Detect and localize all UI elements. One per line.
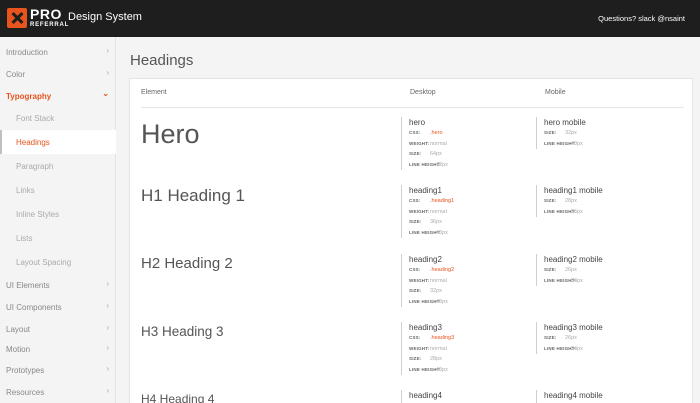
- chevron-right-icon: ›: [106, 364, 109, 373]
- chevron-right-icon: ›: [106, 323, 109, 332]
- chevron-right-icon: ›: [106, 279, 109, 288]
- desktop-spec-heading4: heading4: [401, 390, 442, 403]
- sidebar-item-typography[interactable]: Typography ⌄: [0, 85, 116, 107]
- app-title: Design System: [68, 11, 142, 23]
- spec-weight: WEIGHT:normal: [409, 208, 447, 215]
- spec-name: heading2: [409, 255, 442, 264]
- hero-sample: Hero: [141, 119, 200, 149]
- chevron-down-icon: ⌄: [102, 89, 109, 98]
- spec-name: heading3 mobile: [544, 323, 603, 332]
- page-title: Headings: [130, 52, 194, 69]
- sidebar-item-ui-elements[interactable]: UI Elements ›: [0, 274, 116, 296]
- spec-line-height: LINE HEIGHT:34px: [544, 277, 583, 284]
- h1-sample: H1 Heading 1: [141, 186, 245, 205]
- desktop-spec-heading3: heading3 CSS: .heading3 WEIGHT:normal SIZ…: [401, 322, 454, 375]
- headings-table: Element Desktop Mobile Hero hero CSS: .he…: [129, 78, 693, 403]
- sidebar-item-label: Typography: [6, 91, 52, 101]
- pro-referral-logo[interactable]: PRO REFERRAL: [7, 5, 69, 31]
- table-header-divider: [141, 107, 684, 108]
- sidebar-item-prototypes[interactable]: Prototypes ›: [0, 359, 116, 381]
- h4-sample: H4 Heading 4: [141, 392, 215, 403]
- h3-sample: H3 Heading 3: [141, 324, 224, 339]
- logo-referral-text: REFERRAL: [30, 21, 70, 28]
- mobile-spec-heading3: heading3 mobile SIZE: 26px LINE HEIGHT:34…: [536, 322, 603, 354]
- mobile-spec-heading2: heading2 mobile SIZE: 26px LINE HEIGHT:34…: [536, 254, 603, 286]
- sidebar-item-resources[interactable]: Resources ›: [0, 381, 116, 403]
- spec-css: CSS: .hero: [409, 130, 443, 136]
- spec-size: SIZE: 26px: [544, 335, 577, 341]
- tools-logo-icon: [7, 8, 27, 28]
- sidebar-item-introduction[interactable]: Introduction ›: [0, 41, 116, 63]
- chevron-right-icon: ›: [106, 343, 109, 352]
- chevron-right-icon: ›: [106, 68, 109, 77]
- column-header-element: Element: [141, 89, 167, 96]
- sidebar-subitem-layout-spacing[interactable]: Layout Spacing: [0, 250, 116, 274]
- logo-pro-text: PRO: [30, 5, 62, 22]
- spec-size: SIZE: 32px: [409, 288, 442, 294]
- top-bar: PRO REFERRAL Design System Questions? sl…: [0, 0, 700, 37]
- sidebar-item-label: Motion: [6, 344, 31, 354]
- spec-line-height: LINE HEIGHT:40px: [409, 298, 448, 305]
- spec-name: heading1: [409, 186, 442, 195]
- spec-css: CSS: .heading1: [409, 198, 455, 204]
- sidebar-subitem-lists[interactable]: Lists: [0, 226, 116, 250]
- column-header-mobile: Mobile: [545, 89, 566, 96]
- spec-name: hero: [409, 118, 426, 127]
- spec-line-height: LINE HEIGHT:72px: [409, 161, 448, 168]
- chevron-right-icon: ›: [106, 46, 109, 55]
- spec-line-height: LINE HEIGHT:40px: [409, 366, 448, 373]
- h2-sample: H2 Heading 2: [141, 255, 233, 272]
- spec-size: SIZE: 32px: [544, 130, 577, 136]
- spec-size: SIZE: 28px: [544, 198, 577, 204]
- spec-name: heading2 mobile: [544, 255, 603, 264]
- spec-name: heading1 mobile: [544, 186, 603, 195]
- spec-name: heading4 mobile: [544, 391, 603, 400]
- spec-name: heading4: [409, 391, 442, 400]
- help-contact-link[interactable]: Questions? slack @nsaint: [598, 14, 685, 23]
- sidebar-item-label: Introduction: [6, 47, 48, 57]
- mobile-spec-heading1: heading1 mobile SIZE: 28px LINE HEIGHT:36…: [536, 185, 603, 217]
- sidebar-item-motion[interactable]: Motion ›: [0, 338, 116, 360]
- main-content: Headings Element Desktop Mobile Hero her…: [117, 37, 700, 403]
- mobile-spec-hero: hero mobile SIZE: 32px LINE HEIGHT:40px: [536, 117, 586, 149]
- sidebar-item-label: UI Elements: [6, 280, 50, 290]
- sidebar-item-layout[interactable]: Layout ›: [0, 318, 116, 340]
- sidebar-subitem-links[interactable]: Links: [0, 178, 116, 202]
- sidebar-nav: Introduction › Color › Typography ⌄ Font…: [0, 37, 116, 403]
- sidebar-subitem-paragraph[interactable]: Paragraph: [0, 154, 116, 178]
- spec-line-height: LINE HEIGHT:40px: [409, 229, 448, 236]
- sidebar-item-ui-components[interactable]: UI Components ›: [0, 296, 116, 318]
- sidebar-item-color[interactable]: Color ›: [0, 63, 116, 85]
- spec-size: SIZE: 26px: [544, 267, 577, 273]
- sidebar-item-label: Color: [6, 69, 26, 79]
- spec-name: heading3: [409, 323, 442, 332]
- spec-size: SIZE: 36px: [409, 219, 442, 225]
- spec-size: SIZE: 28px: [409, 356, 442, 362]
- spec-size: SIZE: 64px: [409, 151, 442, 157]
- chevron-right-icon: ›: [106, 301, 109, 310]
- sidebar-item-label: Layout: [6, 324, 31, 334]
- spec-weight: WEIGHT:normal: [409, 277, 447, 284]
- sidebar-subitem-headings[interactable]: Headings: [0, 130, 116, 154]
- mobile-spec-heading4: heading4 mobile: [536, 390, 603, 403]
- sidebar-subitem-font-stack[interactable]: Font Stack: [0, 106, 116, 130]
- spec-css: CSS: .heading3: [409, 335, 455, 341]
- sidebar-item-label: Prototypes: [6, 365, 45, 375]
- logo-wordmark: PRO REFERRAL: [30, 5, 70, 29]
- column-header-desktop: Desktop: [410, 89, 436, 96]
- sidebar-item-label: Resources: [6, 387, 45, 397]
- spec-weight: WEIGHT:normal: [409, 140, 447, 147]
- spec-line-height: LINE HEIGHT:34px: [544, 345, 583, 352]
- spec-line-height: LINE HEIGHT:40px: [544, 140, 583, 147]
- spec-weight: WEIGHT:normal: [409, 345, 447, 352]
- chevron-right-icon: ›: [106, 386, 109, 395]
- spec-name: hero mobile: [544, 118, 586, 127]
- spec-line-height: LINE HEIGHT:36px: [544, 208, 583, 215]
- desktop-spec-heading2: heading2 CSS: .heading2 WEIGHT:normal SIZ…: [401, 254, 454, 307]
- desktop-spec-hero: hero CSS: .hero WEIGHT:normal SIZE: 64px L…: [401, 117, 448, 170]
- sidebar-subitem-inline-styles[interactable]: Inline Styles: [0, 202, 116, 226]
- spec-css: CSS: .heading2: [409, 267, 455, 273]
- sidebar-item-label: UI Components: [6, 302, 62, 312]
- desktop-spec-heading1: heading1 CSS: .heading1 WEIGHT:normal SIZ…: [401, 185, 454, 238]
